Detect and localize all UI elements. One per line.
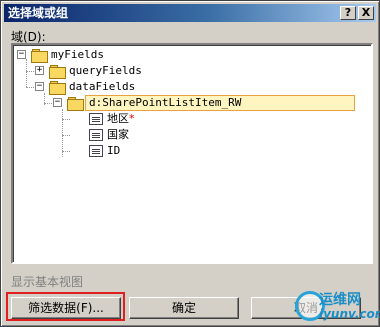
collapse-icon[interactable]: − [53, 98, 62, 107]
field-icon [89, 113, 103, 125]
required-marker: * [129, 112, 135, 125]
folder-icon [49, 65, 66, 79]
close-button[interactable]: X [358, 6, 374, 20]
tree-node-label: d:SharePointListItem_RW [85, 95, 355, 111]
folder-icon [31, 49, 48, 63]
group-folder-icon [67, 97, 84, 111]
tree-node-myfields[interactable]: − myFields [17, 47, 137, 63]
field-icon [89, 129, 103, 141]
tree-node-label: myFields [51, 48, 104, 61]
tree-node-label: ID [107, 144, 121, 157]
tree-node-label: queryFields [69, 64, 142, 77]
folder-icon [49, 81, 66, 95]
collapse-icon[interactable]: − [17, 50, 26, 59]
expand-icon[interactable]: + [35, 66, 44, 75]
tree-node-id[interactable]: ID [89, 143, 169, 159]
field-tree[interactable]: − myFields + queryFields − dataFields − … [11, 43, 373, 264]
tree-node-queryfields[interactable]: + queryFields [35, 63, 165, 79]
tree-node-country[interactable]: 国家 [89, 127, 169, 143]
watermark-url: iyunv.com [319, 307, 380, 321]
show-basic-view-link[interactable]: 显示基本视图 [11, 273, 83, 290]
tree-node-region[interactable]: 地区* [89, 111, 169, 127]
dialog-title: 选择域或组 [8, 6, 69, 20]
watermark-text: 运维网 [319, 292, 361, 308]
select-field-dialog: 选择域或组 ? X 域(D): − myFields + queryFields… [0, 0, 380, 327]
title-bar: 选择域或组 ? X [4, 4, 376, 22]
ok-button[interactable]: 确定 [129, 297, 239, 319]
tree-node-label: 地区 [107, 112, 129, 125]
tree-node-sharepointlistitem[interactable]: − d:SharePointListItem_RW [53, 95, 371, 111]
tree-node-label: dataFields [69, 80, 136, 93]
tree-node-label-group: 地区* [107, 111, 135, 127]
field-icon [89, 145, 103, 157]
tree-node-label: 国家 [107, 128, 129, 141]
collapse-icon[interactable]: − [35, 82, 44, 91]
filter-data-button[interactable]: 筛选数据(F)... [11, 297, 121, 319]
watermark-logo: 运维网 iyunv.com [295, 287, 380, 327]
help-button[interactable]: ? [340, 6, 356, 20]
tree-node-datafields[interactable]: − dataFields [35, 79, 165, 95]
